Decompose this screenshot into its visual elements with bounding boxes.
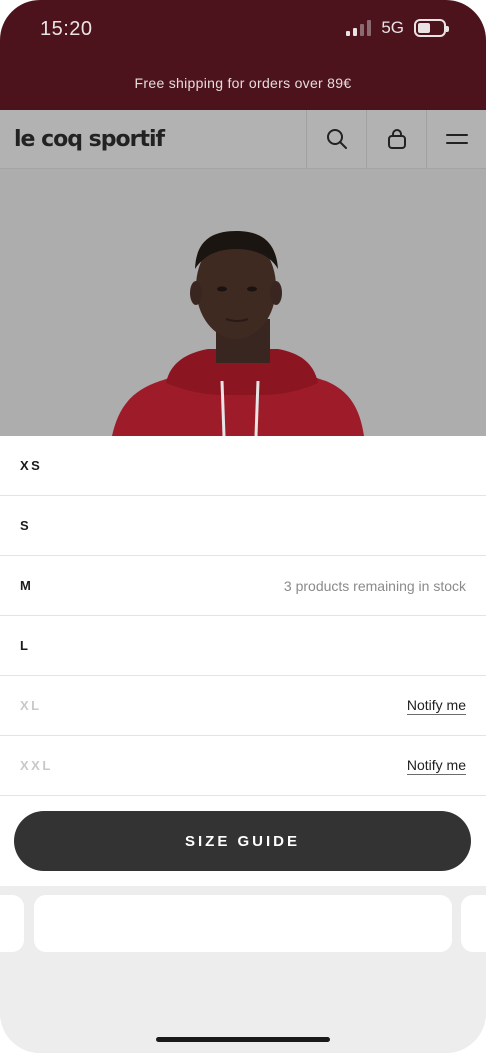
- size-option-xl: XL Notify me: [0, 676, 486, 736]
- brand-logo[interactable]: le coq sportif: [14, 127, 306, 152]
- carousel-card[interactable]: [0, 895, 24, 952]
- size-guide-button[interactable]: SIZE GUIDE: [14, 811, 471, 871]
- phone-screen: 15:20 5G Free shipping for orders over 8…: [0, 0, 486, 1053]
- status-indicators: 5G: [346, 18, 449, 38]
- bag-button[interactable]: [366, 109, 426, 169]
- top-banner: 15:20 5G Free shipping for orders over 8…: [0, 0, 486, 110]
- size-option-xs[interactable]: XS: [0, 436, 486, 496]
- size-option-l[interactable]: L: [0, 616, 486, 676]
- home-indicator[interactable]: [156, 1037, 330, 1042]
- size-label: XS: [20, 458, 43, 473]
- size-label: XXL: [20, 758, 53, 773]
- size-label: L: [20, 638, 31, 653]
- promo-banner[interactable]: Free shipping for orders over 89€: [0, 75, 486, 91]
- size-label: M: [20, 578, 34, 593]
- size-label: XL: [20, 698, 42, 713]
- stock-note: 3 products remaining in stock: [283, 577, 466, 594]
- network-label: 5G: [381, 18, 404, 37]
- notify-me-link[interactable]: Notify me: [406, 757, 466, 775]
- site-header: le coq sportif: [0, 109, 486, 169]
- notify-me-link[interactable]: Notify me: [406, 697, 466, 715]
- size-list: XS S M 3 products remaining in stock L X…: [0, 436, 486, 796]
- battery-icon: [414, 19, 449, 37]
- bag-icon: [387, 129, 406, 149]
- status-time: 15:20: [40, 18, 93, 40]
- model-photo: [112, 231, 364, 436]
- search-button[interactable]: [306, 109, 366, 169]
- size-option-s[interactable]: S: [0, 496, 486, 556]
- search-icon: [326, 129, 347, 149]
- carousel-card[interactable]: [461, 895, 486, 952]
- bottom-panel: [0, 886, 486, 1053]
- menu-icon: [445, 134, 468, 144]
- signal-icon: [346, 20, 372, 36]
- size-option-m[interactable]: M 3 products remaining in stock: [0, 556, 486, 616]
- carousel-card[interactable]: [34, 895, 452, 952]
- size-label: S: [20, 518, 32, 533]
- size-guide-section: SIZE GUIDE: [0, 796, 486, 886]
- size-option-xxl: XXL Notify me: [0, 736, 486, 796]
- menu-button[interactable]: [426, 109, 486, 169]
- product-image[interactable]: [0, 169, 486, 436]
